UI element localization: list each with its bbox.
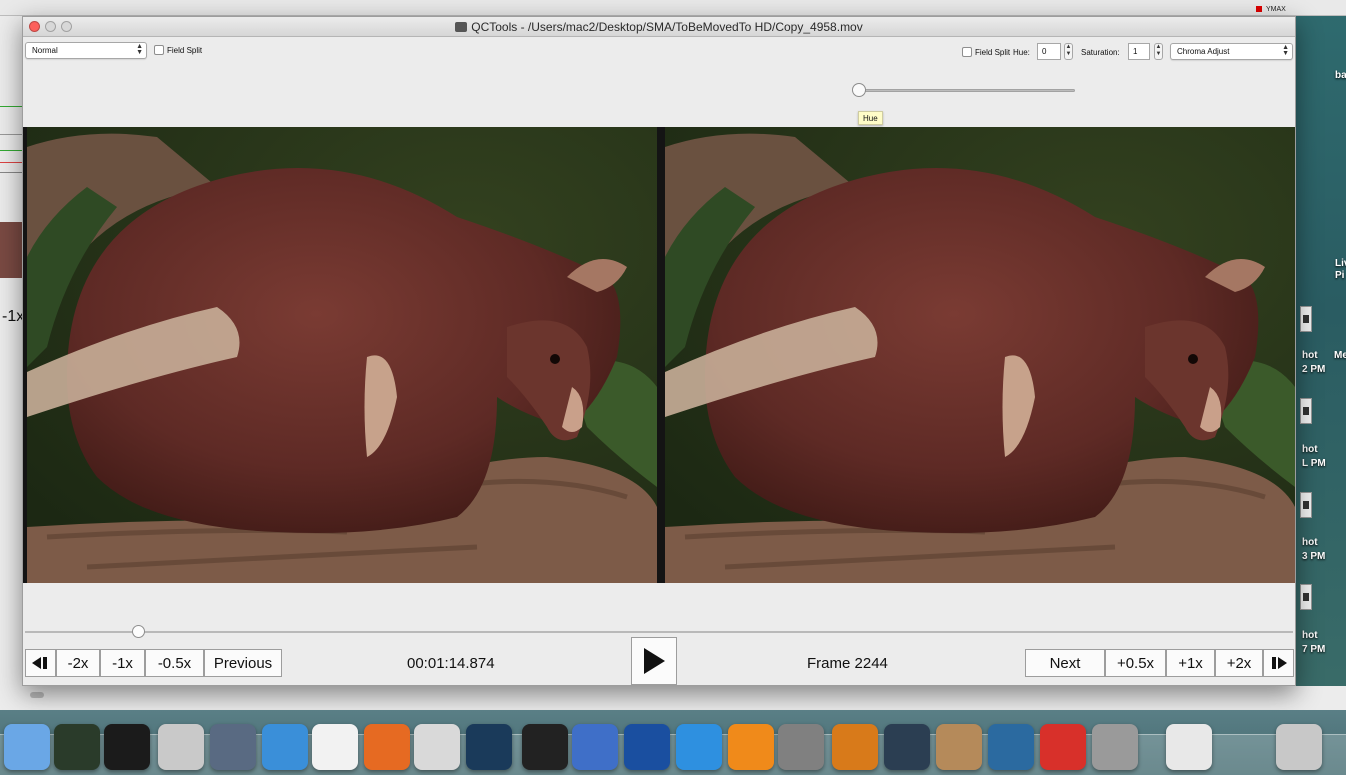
title-bar[interactable]: QCTools - /Users/mac2/Desktop/SMA/ToBeMo…	[23, 17, 1295, 37]
documents-stack-icon[interactable]	[1166, 724, 1212, 770]
quicktime-x-icon[interactable]	[624, 724, 670, 770]
frame-number: Frame 2244	[807, 655, 888, 672]
quicktime-7-icon[interactable]	[676, 724, 722, 770]
activity-monitor-icon[interactable]	[54, 724, 100, 770]
playback-controls: -2x -1x -0.5x Previous 00:01:14.874 Fram…	[23, 635, 1295, 685]
speed-minus-2x-button[interactable]: -2x	[56, 649, 100, 677]
hue-slider-track[interactable]	[857, 89, 1075, 92]
background-app-bar: YMAX	[0, 0, 1346, 16]
speed-plus-2x-button[interactable]: +2x	[1215, 649, 1263, 677]
go-to-start-button[interactable]	[25, 649, 56, 677]
speed-minus-1x-button[interactable]: -1x	[100, 649, 145, 677]
desktop-label: hot	[1302, 350, 1318, 361]
ymax-legend: YMAX	[1256, 6, 1286, 13]
speed-minus-half-button[interactable]: -0.5x	[145, 649, 204, 677]
hue-input[interactable]: 0	[1037, 43, 1061, 60]
desktop-file-icon[interactable]	[1300, 398, 1312, 424]
saturation-label: Saturation:	[1081, 48, 1120, 57]
speed-plus-half-button[interactable]: +0.5x	[1105, 649, 1166, 677]
finder-icon[interactable]	[4, 724, 50, 770]
firefox-icon[interactable]	[364, 724, 410, 770]
filter-toolbar: Normal ▲ ▼ Field Split Field Split Hue: 0…	[23, 37, 1295, 127]
safari-icon[interactable]	[262, 724, 308, 770]
system-preferences-icon[interactable]	[778, 724, 824, 770]
select-arrows-icon: ▲ ▼	[136, 43, 143, 56]
next-frame-button[interactable]: Next	[1025, 649, 1105, 677]
right-field-split-checkbox[interactable]: Field Split	[962, 47, 1010, 57]
background-speed-label: -1x	[2, 308, 25, 325]
left-video-frame[interactable]	[27, 127, 657, 583]
hue-slider-knob[interactable]	[852, 83, 866, 97]
left-field-split-checkbox[interactable]: Field Split	[154, 45, 202, 55]
video-editor-icon[interactable]	[466, 724, 512, 770]
desktop-label: hot	[1302, 444, 1318, 455]
desktop-label: hot	[1302, 630, 1318, 641]
desktop-label: ba	[1335, 70, 1346, 81]
speed-meter-icon[interactable]	[884, 724, 930, 770]
instruments-icon[interactable]	[1092, 724, 1138, 770]
qctools-window: QCTools - /Users/mac2/Desktop/SMA/ToBeMo…	[22, 16, 1296, 686]
window-title: QCTools - /Users/mac2/Desktop/SMA/ToBeMo…	[23, 20, 1295, 34]
desktop-file-icon[interactable]	[1300, 306, 1312, 332]
desktop-label: 7 PM	[1302, 644, 1326, 655]
terminal-icon[interactable]	[104, 724, 150, 770]
desktop-file-icon[interactable]	[1300, 584, 1312, 610]
clapper-icon[interactable]	[522, 724, 568, 770]
background-left-panel: -1x	[0, 16, 24, 706]
hue-stepper[interactable]: ▲ ▼	[1064, 43, 1073, 60]
desktop-label: L PM	[1302, 458, 1326, 469]
trash-icon[interactable]	[1276, 724, 1322, 770]
qctools-icon[interactable]	[414, 724, 460, 770]
hue-label: Hue:	[1013, 48, 1030, 57]
play-button[interactable]	[631, 637, 677, 685]
background-thumbnail	[0, 222, 22, 278]
desktop-label: Liv	[1335, 258, 1346, 269]
select-arrows-icon: ▲ ▼	[1282, 44, 1289, 57]
dock	[0, 710, 1346, 775]
timeline[interactable]	[23, 583, 1295, 638]
desktop-label: hot	[1302, 537, 1318, 548]
skip-forward-icon	[1271, 657, 1287, 669]
desktop-label: Pi	[1335, 270, 1345, 281]
quicktime-icon[interactable]	[572, 724, 618, 770]
skip-back-icon	[31, 657, 47, 669]
disk-utility-icon[interactable]	[158, 724, 204, 770]
timeline-track[interactable]	[25, 631, 1293, 633]
saturation-stepper[interactable]: ▲ ▼	[1154, 43, 1163, 60]
textedit-icon[interactable]	[312, 724, 358, 770]
video-viewer[interactable]	[23, 127, 1295, 583]
desktop-file-icon[interactable]	[1300, 492, 1312, 518]
saturation-input[interactable]: 1	[1128, 43, 1150, 60]
desktop-label: 3 PM	[1302, 551, 1326, 562]
pdf-icon[interactable]	[1040, 724, 1086, 770]
reel-icon[interactable]	[936, 724, 982, 770]
launchpad-icon[interactable]	[210, 724, 256, 770]
desktop-label: 2 PM	[1302, 364, 1326, 375]
play-icon	[644, 648, 665, 674]
timecode: 00:01:14.874	[407, 655, 495, 672]
background-bottom-strip	[0, 686, 1346, 710]
go-to-end-button[interactable]	[1263, 649, 1294, 677]
right-video-frame[interactable]	[665, 127, 1295, 583]
hue-tooltip: Hue	[858, 111, 883, 125]
screenshot-icon[interactable]	[988, 724, 1034, 770]
right-filter-select[interactable]: Chroma Adjust ▲ ▼	[1170, 43, 1293, 60]
previous-frame-button[interactable]: Previous	[204, 649, 282, 677]
speed-plus-1x-button[interactable]: +1x	[1166, 649, 1215, 677]
left-filter-select[interactable]: Normal ▲ ▼	[25, 42, 147, 59]
desktop-label: Me	[1334, 350, 1346, 361]
document-proxy-icon[interactable]	[455, 22, 468, 32]
vlc-icon[interactable]	[728, 724, 774, 770]
accessibility-icon[interactable]	[832, 724, 878, 770]
